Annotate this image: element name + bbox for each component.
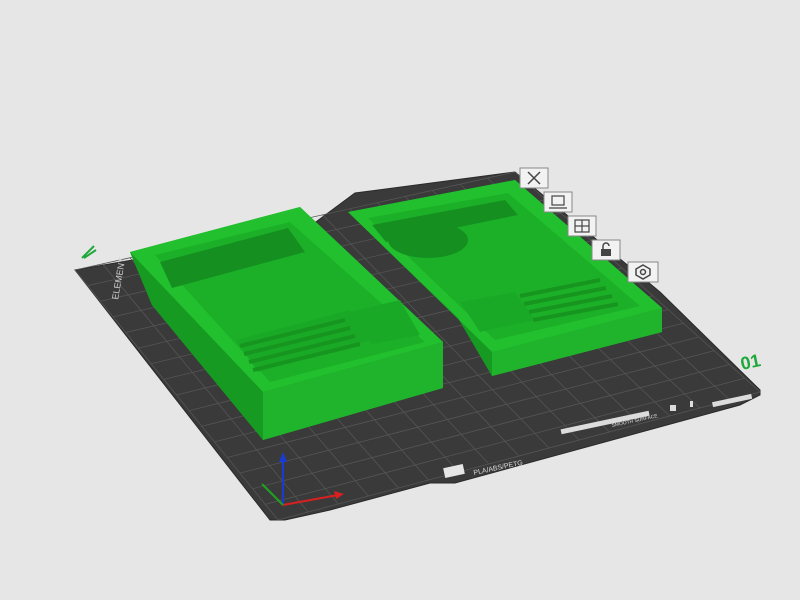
plate-number: 01 [739, 350, 763, 374]
orient-plate-button[interactable] [567, 215, 597, 237]
delete-plate-button[interactable] [519, 167, 549, 189]
arrange-plate-button[interactable] [543, 191, 573, 213]
plate-settings-button[interactable] [627, 261, 659, 283]
3d-viewport[interactable]: ELEMENT 01 PLA/ABS/PETG SMOOTH SURFACE [0, 0, 800, 600]
lock-plate-button[interactable] [591, 239, 621, 261]
plate-edit-icon[interactable] [81, 245, 97, 259]
